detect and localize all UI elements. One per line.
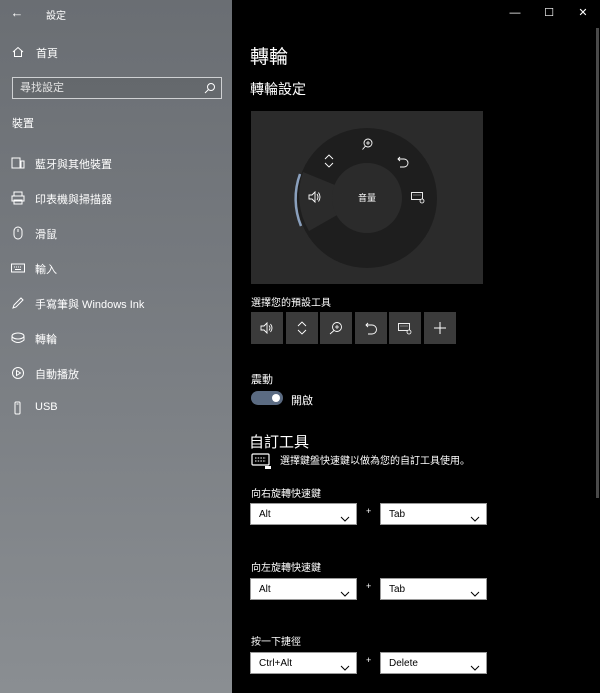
rotate-right-key-dropdown[interactable]: Tab bbox=[380, 503, 487, 525]
sidebar-item-label: 自動播放 bbox=[35, 369, 79, 381]
sidebar-item-label: 印表機與掃描器 bbox=[35, 194, 112, 206]
sidebar-item-typing[interactable]: 輸入 bbox=[0, 256, 232, 280]
close-button[interactable]: ✕ bbox=[566, 0, 600, 26]
click-key-dropdown[interactable]: Delete bbox=[380, 652, 487, 674]
home-icon bbox=[12, 46, 26, 61]
chevron-down-icon bbox=[340, 659, 350, 671]
keyboard-shortcut-icon bbox=[251, 452, 273, 470]
mouse-icon bbox=[11, 226, 25, 240]
sidebar-item-label: 轉輪 bbox=[35, 334, 57, 346]
click-modifier-dropdown[interactable]: Ctrl+Alt bbox=[250, 652, 357, 674]
content-pane: — ☐ ✕ 轉輪 轉輪設定 音量 選擇您的預設工具 震動 開啟 自訂工具 選擇鍵… bbox=[232, 0, 600, 693]
sidebar-item-printers[interactable]: 印表機與掃描器 bbox=[0, 186, 232, 210]
chevron-down-icon bbox=[470, 659, 480, 671]
minimize-button[interactable]: — bbox=[498, 0, 532, 26]
tool-volume-button[interactable] bbox=[251, 312, 283, 344]
sidebar-item-dial[interactable]: 轉輪 bbox=[0, 326, 232, 350]
printer-icon bbox=[11, 191, 25, 205]
dial-preview: 音量 bbox=[251, 111, 483, 284]
rotate-left-modifier-dropdown[interactable]: Alt bbox=[250, 578, 357, 600]
home-link[interactable]: 首頁 bbox=[12, 44, 58, 62]
tool-scroll-button[interactable] bbox=[285, 312, 318, 344]
tool-brightness-button[interactable] bbox=[389, 312, 421, 344]
zoom-icon bbox=[329, 322, 342, 335]
tool-undo-button[interactable] bbox=[354, 312, 387, 344]
vibration-state: 開啟 bbox=[291, 395, 313, 407]
back-button[interactable]: ← bbox=[9, 5, 25, 21]
add-icon bbox=[433, 322, 446, 334]
add-tool-button[interactable] bbox=[423, 312, 456, 344]
search-box[interactable] bbox=[12, 77, 222, 99]
bluetooth-devices-icon bbox=[11, 156, 25, 170]
home-label: 首頁 bbox=[36, 48, 58, 60]
section-subtitle: 轉輪設定 bbox=[250, 81, 306, 97]
sidebar-item-autoplay[interactable]: 自動播放 bbox=[0, 361, 232, 385]
dropdown-value: Alt bbox=[259, 584, 271, 595]
click-shortcut-label: 按一下捷徑 bbox=[251, 637, 301, 648]
default-tools-label: 選擇您的預設工具 bbox=[251, 298, 331, 309]
app-title: 設定 bbox=[46, 11, 66, 22]
chevron-down-icon bbox=[470, 585, 480, 597]
search-icon[interactable] bbox=[204, 81, 216, 94]
default-tools-row bbox=[251, 312, 458, 344]
dropdown-value: Tab bbox=[389, 584, 406, 595]
keyboard-icon bbox=[11, 261, 25, 275]
volume-icon bbox=[260, 321, 273, 335]
sidebar-item-label: USB bbox=[35, 401, 58, 413]
chevron-down-icon bbox=[340, 585, 350, 597]
sidebar-item-pen[interactable]: 手寫筆與 Windows Ink bbox=[0, 291, 232, 315]
rotate-left-key-dropdown[interactable]: Tab bbox=[380, 578, 487, 600]
dial-preview-graphic: 音量 bbox=[294, 128, 437, 268]
rotate-left-label: 向左旋轉快速鍵 bbox=[251, 563, 321, 574]
sidebar-item-usb[interactable]: USB bbox=[0, 396, 232, 420]
settings-window: ← 設定 首頁 裝置 藍牙與其他裝置 印表機與掃描器 bbox=[0, 0, 600, 693]
plus-sign: + bbox=[366, 655, 372, 665]
chevron-down-icon bbox=[340, 510, 350, 522]
sidebar-item-label: 藍牙與其他裝置 bbox=[35, 159, 112, 171]
dropdown-value: Ctrl+Alt bbox=[259, 658, 293, 669]
toggle-knob bbox=[272, 394, 280, 402]
page-title: 轉輪 bbox=[250, 47, 289, 68]
vibration-label: 震動 bbox=[251, 374, 273, 386]
custom-tools-title: 自訂工具 bbox=[249, 434, 310, 451]
tool-zoom-button[interactable] bbox=[320, 312, 352, 344]
maximize-button[interactable]: ☐ bbox=[532, 0, 566, 26]
pen-icon bbox=[11, 296, 25, 310]
chevron-down-icon bbox=[470, 510, 480, 522]
dial-center-label: 音量 bbox=[358, 192, 376, 203]
autoplay-icon bbox=[11, 366, 25, 380]
window-controls: — ☐ ✕ bbox=[498, 0, 600, 26]
sidebar-item-label: 手寫筆與 Windows Ink bbox=[35, 299, 145, 311]
rotate-right-modifier-dropdown[interactable]: Alt bbox=[250, 503, 357, 525]
sidebar-item-label: 滑鼠 bbox=[35, 229, 57, 241]
rotate-right-label: 向右旋轉快速鍵 bbox=[251, 489, 321, 500]
sidebar-item-bluetooth[interactable]: 藍牙與其他裝置 bbox=[0, 151, 232, 175]
undo-icon bbox=[364, 322, 377, 335]
sidebar: ← 設定 首頁 裝置 藍牙與其他裝置 印表機與掃描器 bbox=[0, 0, 232, 693]
brightness-keyboard-icon bbox=[398, 323, 412, 335]
dropdown-value: Tab bbox=[389, 509, 406, 520]
plus-sign: + bbox=[366, 581, 372, 591]
dial-icon bbox=[11, 331, 25, 345]
sidebar-titlebar: ← 設定 bbox=[0, 0, 232, 26]
scroll-icon bbox=[297, 321, 306, 335]
usb-icon bbox=[11, 401, 25, 415]
search-input[interactable] bbox=[13, 78, 201, 98]
section-title-devices: 裝置 bbox=[12, 118, 34, 130]
custom-tools-description: 選擇鍵盤快速鍵以做為您的自訂工具使用。 bbox=[280, 456, 470, 467]
sidebar-item-mouse[interactable]: 滑鼠 bbox=[0, 221, 232, 245]
dropdown-value: Delete bbox=[389, 658, 418, 669]
dropdown-value: Alt bbox=[259, 509, 271, 520]
scrollbar[interactable] bbox=[596, 28, 599, 498]
vibration-toggle[interactable] bbox=[251, 391, 283, 405]
plus-sign: + bbox=[366, 506, 372, 516]
sidebar-item-label: 輸入 bbox=[35, 264, 57, 276]
